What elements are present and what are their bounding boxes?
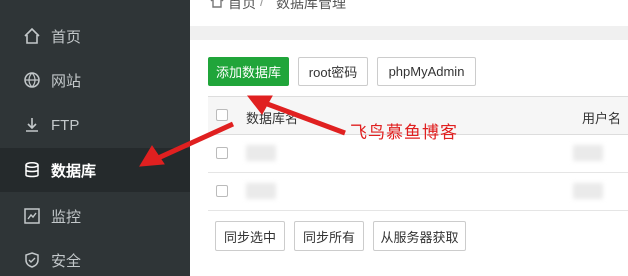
arrow-to-database-menu: [139, 121, 235, 167]
annotation-arrows: [139, 95, 346, 167]
arrow-to-add-button: [246, 95, 346, 136]
